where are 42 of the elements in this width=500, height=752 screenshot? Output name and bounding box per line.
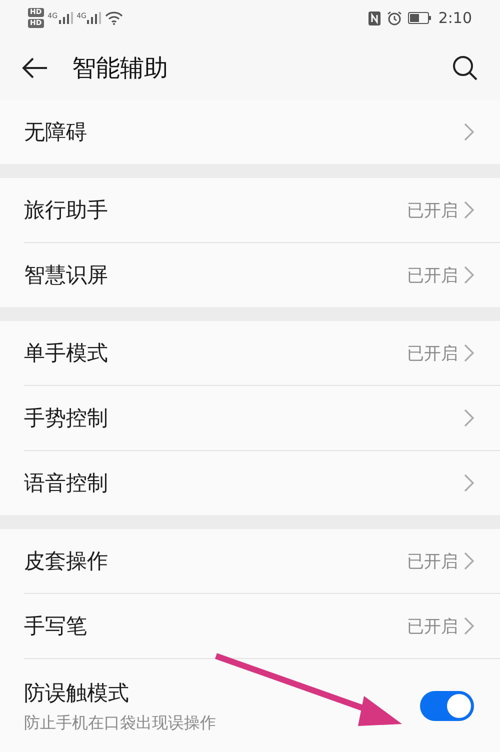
settings-row[interactable]: 智慧识屏 已开启 [24, 243, 500, 307]
row-label: 皮套操作 [24, 548, 109, 575]
chevron-icon [464, 344, 474, 362]
settings-row[interactable]: 手势控制 [24, 386, 500, 451]
settings-row[interactable]: 单手模式 已开启 [24, 321, 500, 386]
search-button[interactable] [452, 55, 478, 81]
row-label: 手势控制 [24, 405, 109, 432]
settings-row[interactable]: 皮套操作 已开启 [24, 529, 500, 594]
chevron-icon [464, 552, 474, 570]
chevron-icon [464, 266, 474, 284]
nfc-icon [368, 10, 382, 26]
row-status: 已开启 [407, 616, 458, 638]
row-label: 语音控制 [24, 470, 109, 497]
chevron-icon [464, 617, 474, 635]
row-label: 旅行助手 [24, 197, 109, 224]
chevron-icon [464, 201, 474, 219]
chevron-icon [464, 474, 474, 492]
settings-row[interactable]: 语音控制 [24, 451, 500, 515]
row-label: 单手模式 [24, 340, 109, 367]
row-status: 已开启 [407, 264, 458, 286]
row-label: 防误触模式 [24, 680, 130, 706]
settings-row[interactable]: 手写笔 已开启 [24, 594, 500, 659]
chevron-icon [464, 409, 474, 427]
toggle-switch[interactable] [420, 691, 474, 721]
row-label: 无障碍 [24, 119, 88, 146]
page-title: 智能辅助 [72, 53, 169, 84]
status-time: 2:10 [438, 9, 472, 27]
settings-row[interactable]: 无障碍 [24, 100, 500, 164]
wifi-icon [105, 11, 124, 25]
signal-icon [58, 12, 73, 24]
battery-icon [408, 12, 432, 24]
row-status: 已开启 [407, 550, 458, 572]
alarm-icon [387, 10, 402, 26]
chevron-icon [464, 123, 474, 141]
row-label: 手写笔 [24, 613, 88, 640]
back-button[interactable] [22, 57, 48, 79]
signal-icon [87, 12, 102, 24]
row-label: 智慧识屏 [24, 262, 109, 289]
settings-row[interactable]: 旅行助手 已开启 [24, 178, 500, 243]
row-description: 防止手机在口袋出现误操作 [24, 712, 217, 734]
row-status: 已开启 [407, 200, 458, 222]
row-status: 已开启 [407, 342, 458, 364]
